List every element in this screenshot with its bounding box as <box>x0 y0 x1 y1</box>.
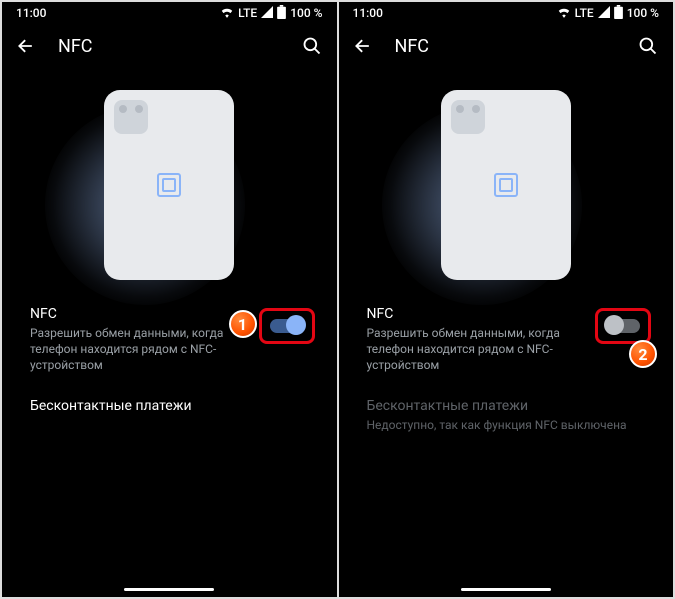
nfc-toggle-title: NFC <box>367 306 594 322</box>
page-title: NFC <box>395 36 638 57</box>
contactless-payments-row: Бесконтактные платежи Недоступно, так ка… <box>339 384 674 443</box>
wifi-icon <box>220 6 234 21</box>
annotation-badge-2: 2 <box>629 340 657 368</box>
nfc-chip-icon <box>157 173 181 197</box>
payments-subtitle: Недоступно, так как функция NFC выключен… <box>367 417 654 433</box>
nfc-toggle-subtitle: Разрешить обмен данными, когда телефон н… <box>30 325 257 374</box>
nfc-chip-icon <box>494 173 518 197</box>
gesture-nav-bar[interactable] <box>461 588 551 591</box>
status-right: LTE 100 % <box>220 5 322 22</box>
annotation-badge-1: 1 <box>229 310 257 338</box>
page-title: NFC <box>58 36 301 57</box>
signal-icon <box>261 6 273 21</box>
network-label: LTE <box>238 6 257 20</box>
status-right: LTE 100 % <box>557 5 659 22</box>
battery-label: 100 % <box>627 6 659 20</box>
battery-icon <box>277 5 286 22</box>
status-time: 11:00 <box>16 6 46 20</box>
back-icon[interactable] <box>16 36 36 56</box>
battery-icon <box>614 5 623 22</box>
header: NFC <box>339 24 674 68</box>
nfc-toggle-switch[interactable] <box>606 319 640 333</box>
payments-title: Бесконтактные платежи <box>367 398 654 414</box>
gesture-nav-bar[interactable] <box>124 588 214 591</box>
search-icon[interactable] <box>637 36 659 56</box>
nfc-toggle-title: NFC <box>30 306 257 322</box>
status-time: 11:00 <box>353 6 383 20</box>
status-bar: 11:00 LTE 100 % <box>2 2 337 24</box>
search-icon[interactable] <box>301 36 323 56</box>
status-bar: 11:00 LTE 100 % <box>339 2 674 24</box>
contactless-payments-row[interactable]: Бесконтактные платежи <box>2 384 337 424</box>
nfc-toggle-switch[interactable] <box>270 319 304 333</box>
signal-icon <box>598 6 610 21</box>
back-icon[interactable] <box>353 36 373 56</box>
screen-nfc-on: 11:00 LTE 100 % NFC <box>2 2 337 597</box>
header: NFC <box>2 24 337 68</box>
nfc-toggle-row[interactable]: NFC Разрешить обмен данными, когда телеф… <box>2 290 337 384</box>
wifi-icon <box>557 6 571 21</box>
battery-label: 100 % <box>290 6 322 20</box>
nfc-illustration <box>426 80 586 290</box>
payments-title: Бесконтактные платежи <box>30 398 317 414</box>
screen-nfc-off: 11:00 LTE 100 % NFC <box>339 2 674 597</box>
network-label: LTE <box>575 6 594 20</box>
nfc-illustration <box>89 80 249 290</box>
nfc-toggle-subtitle: Разрешить обмен данными, когда телефон н… <box>367 325 594 374</box>
nfc-toggle-row[interactable]: NFC Разрешить обмен данными, когда телеф… <box>339 290 674 384</box>
